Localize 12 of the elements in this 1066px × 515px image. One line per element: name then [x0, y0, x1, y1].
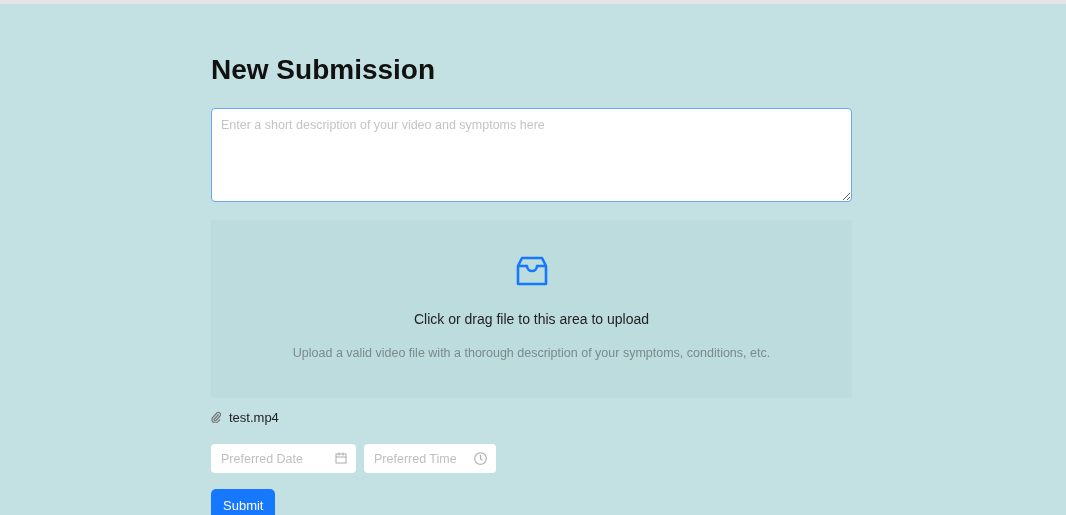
upload-dropzone[interactable]: Click or drag file to this area to upload Upload a valid video file with a thorough description of your symptoms, conditions, etc. — [211, 220, 852, 398]
upload-title: Click or drag file to this area to upload — [414, 311, 649, 327]
clock-icon — [474, 452, 487, 465]
date-field[interactable]: Preferred Date — [211, 444, 356, 473]
paperclip-icon — [211, 411, 221, 423]
file-name[interactable]: test.mp4 — [229, 409, 279, 425]
calendar-icon — [335, 452, 347, 464]
upload-hint: Upload a valid video file with a thorough description of your symptoms, conditions, etc. — [292, 346, 771, 360]
time-field[interactable]: Preferred Time — [364, 444, 496, 473]
submit-button[interactable]: Submit — [211, 489, 276, 515]
page-title: New Submission — [211, 53, 437, 87]
description-field[interactable]: Enter a short description of your video and symptoms here — [211, 108, 852, 202]
